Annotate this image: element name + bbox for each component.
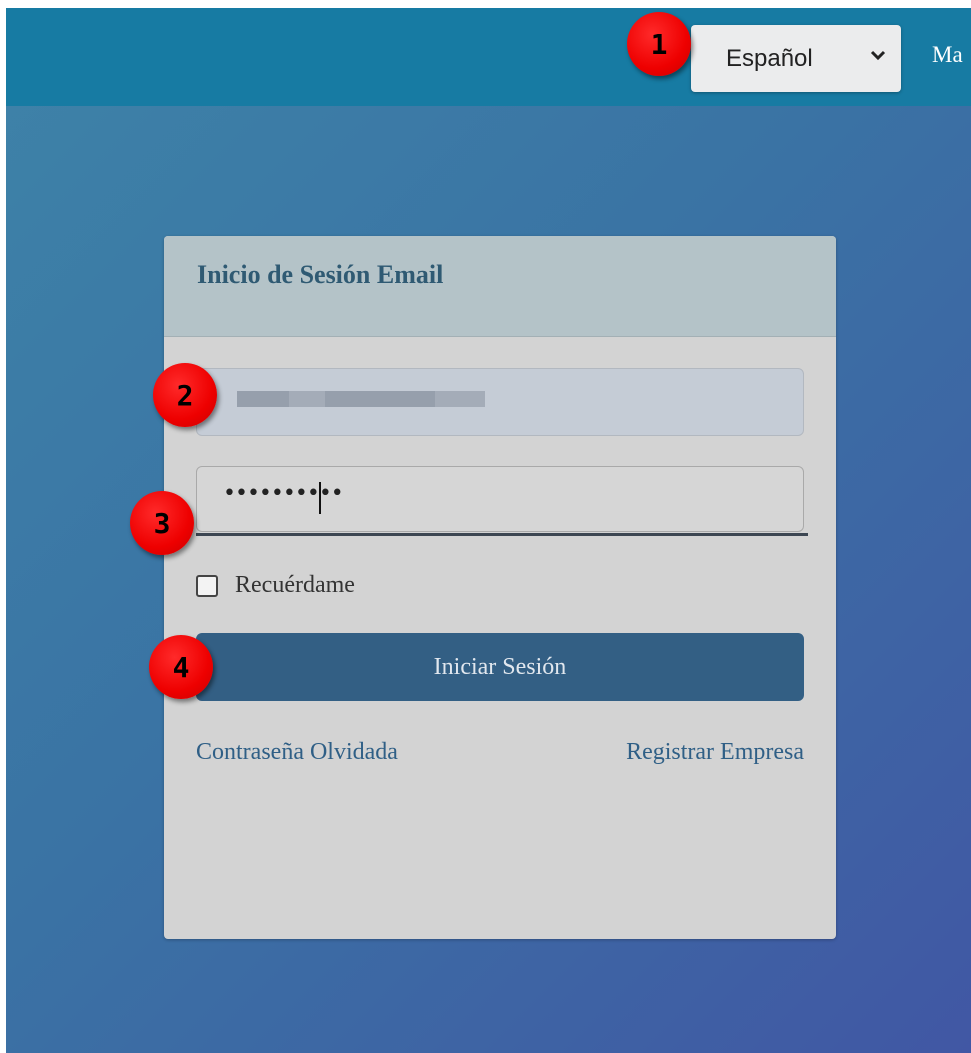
remember-me-checkbox[interactable] xyxy=(196,574,218,597)
remember-me-row[interactable]: Recuérdame xyxy=(196,572,355,599)
annotation-badge-3: 3 xyxy=(130,491,194,555)
blurred-email-text xyxy=(289,391,325,407)
forgot-password-link[interactable]: Contraseña Olvidada xyxy=(196,739,398,766)
annotation-badge-4: 4 xyxy=(149,635,213,699)
blurred-email-text xyxy=(435,391,485,407)
annotation-badge-2: 2 xyxy=(153,363,217,427)
text-cursor xyxy=(319,482,321,514)
top-navbar: Español Ma xyxy=(6,8,971,106)
annotation-badge-1: 1 xyxy=(627,12,691,76)
password-field[interactable]: •••••••••• xyxy=(196,466,804,532)
language-select[interactable]: Español xyxy=(691,25,901,92)
remember-me-label[interactable]: Recuérdame xyxy=(235,572,355,599)
password-masked-value: •••••••••• xyxy=(223,481,344,506)
email-field[interactable] xyxy=(196,368,804,436)
nav-menu-item-partial[interactable]: Ma xyxy=(932,42,963,68)
login-title: Inicio de Sesión Email xyxy=(197,260,444,289)
blurred-email-text xyxy=(325,391,435,407)
login-card-header: Inicio de Sesión Email xyxy=(164,236,836,337)
register-company-link[interactable]: Registrar Empresa xyxy=(626,739,804,766)
blurred-email-text xyxy=(237,391,289,407)
login-card: Inicio de Sesión Email •••••••••• Recuér… xyxy=(164,236,836,939)
login-button[interactable]: Iniciar Sesión xyxy=(196,633,804,701)
language-select-value: Español xyxy=(726,44,813,72)
app-frame: Español Ma Inicio de Sesión Email ••••••… xyxy=(6,8,971,1053)
chevron-down-icon xyxy=(870,50,886,61)
password-focus-underline xyxy=(196,533,808,536)
